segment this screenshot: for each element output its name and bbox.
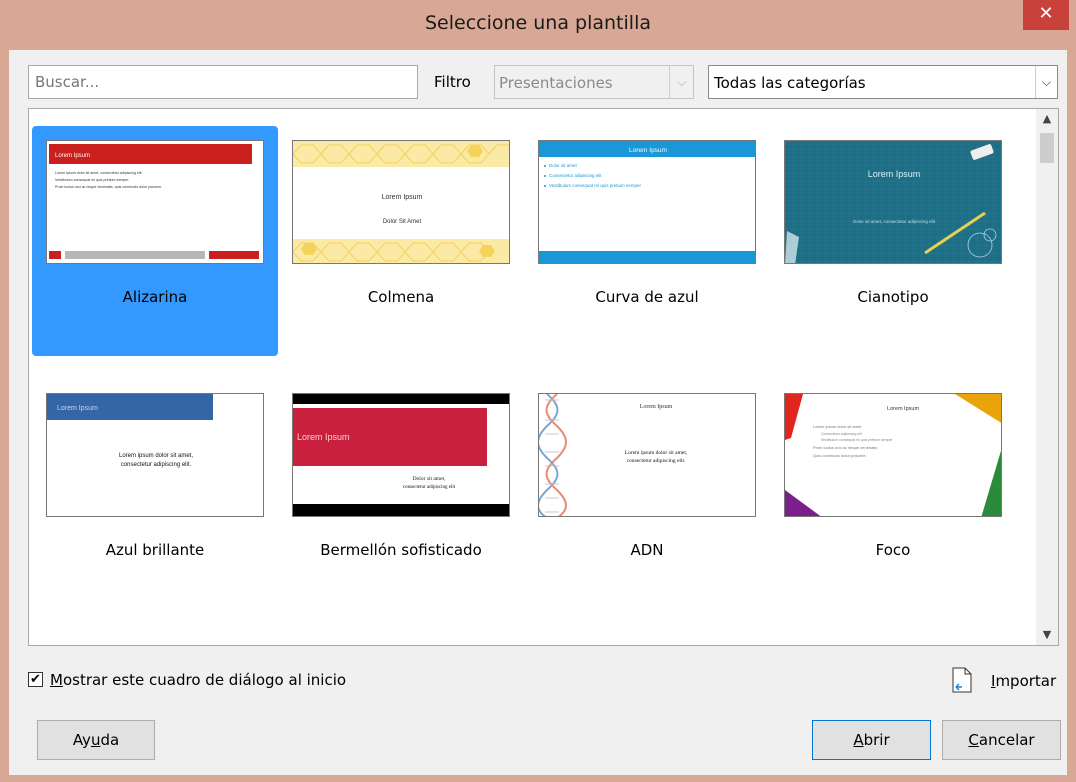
scroll-thumb[interactable] bbox=[1040, 133, 1054, 163]
template-thumbnail: Lorem Ipsum Lorem ipsum dolor sit amet, … bbox=[46, 393, 264, 517]
template-tile-bermellon-sofisticado[interactable]: Lorem Ipsum Dolor sit amet, consectetur … bbox=[278, 379, 524, 609]
thumb-title: Lorem Ipsum bbox=[297, 432, 350, 442]
template-name: Alizarina bbox=[122, 288, 188, 306]
thumb-line: Consectetur adipiscing elit bbox=[549, 173, 602, 178]
template-tile-azul-brillante[interactable]: Lorem Ipsum Lorem ipsum dolor sit amet, … bbox=[32, 379, 278, 609]
thumb-line: Dolor sit amet, bbox=[413, 476, 446, 482]
thumb-line: Consectetur adipiscing elit bbox=[821, 432, 862, 436]
thumb-line: Dolor sit amet bbox=[549, 163, 578, 168]
category-value: Todas las categorías bbox=[714, 74, 866, 92]
show-on-start-label: Mostrar este cuadro de diálogo al inicio bbox=[50, 671, 347, 689]
cancel-button[interactable]: Cancelar bbox=[942, 720, 1061, 760]
thumb-line: Vestibulum consequat mi quis pretium sem… bbox=[55, 178, 129, 182]
import-icon[interactable] bbox=[952, 667, 972, 693]
template-thumbnail: Lorem Ipsum Dolor Sit Amet bbox=[292, 140, 510, 264]
chevron-down-icon: ⌵ bbox=[1035, 66, 1057, 98]
thumb-title: Lorem Ipsum bbox=[640, 404, 673, 410]
thumb-title: Lorem Ipsum bbox=[382, 194, 423, 201]
thumb-title: Lorem Ipsum bbox=[887, 406, 920, 412]
template-thumbnail: Lorem Ipsum Dolor sit amet, consectetur … bbox=[292, 393, 510, 517]
thumb-line: Lorem ipsum dolor sit amet, consectetur … bbox=[55, 171, 143, 175]
thumb-line: Quis commodo dolor posuere. bbox=[813, 453, 867, 458]
template-tile-alizarina[interactable]: Lorem Ipsum Lorem ipsum dolor sit amet, … bbox=[32, 126, 278, 356]
template-tile-foco[interactable]: Lorem Ipsum Lorem ipsum dolor sit amet C… bbox=[770, 379, 1016, 609]
template-thumbnail: Lorem Ipsum Dolor sit amet Consectetur a… bbox=[538, 140, 756, 264]
search-input[interactable]: Buscar... bbox=[28, 65, 418, 99]
template-name: Colmena bbox=[367, 288, 435, 306]
template-name: Cianotipo bbox=[857, 288, 929, 306]
close-button[interactable]: ✕ bbox=[1023, 0, 1069, 30]
template-name: ADN bbox=[630, 541, 664, 559]
template-tile-colmena[interactable]: Lorem Ipsum Dolor Sit Amet Colmena bbox=[278, 126, 524, 356]
thumb-title: Lorem Ipsum bbox=[868, 169, 921, 179]
template-tile-adn[interactable]: Lorem Ipsum Lorem ipsum dolor sit amet, … bbox=[524, 379, 770, 609]
thumb-title: Lorem Ipsum bbox=[629, 147, 667, 154]
dialog-body: Buscar... Filtro Presentaciones ⌵ Todas … bbox=[9, 50, 1067, 775]
thumb-subtitle: Dolor sit amet, consectetur adipiscing e… bbox=[853, 219, 936, 224]
filter-type-dropdown[interactable]: Presentaciones ⌵ bbox=[494, 65, 694, 99]
filter-type-value: Presentaciones bbox=[499, 74, 613, 92]
template-name: Bermellón sofisticado bbox=[320, 541, 482, 559]
thumb-line: Lorem ipsum dolor sit amet, bbox=[625, 450, 688, 456]
scroll-down-icon[interactable]: ▼ bbox=[1036, 625, 1058, 645]
thumb-line: Proin luctus orci ac neque venenatis bbox=[813, 445, 877, 450]
thumb-line: consectetur adipiscing elit. bbox=[627, 458, 686, 464]
thumb-title: Lorem Ipsum bbox=[57, 405, 98, 412]
import-button[interactable]: Importar bbox=[991, 672, 1056, 690]
category-dropdown[interactable]: Todas las categorías ⌵ bbox=[708, 65, 1058, 99]
thumb-line: consectetur adipiscing elit bbox=[403, 485, 456, 490]
thumb-subtitle: Dolor Sit Amet bbox=[383, 219, 422, 225]
template-name: Foco bbox=[875, 541, 911, 559]
show-on-start-checkbox[interactable]: ✔ bbox=[28, 672, 43, 687]
thumb-title: Lorem Ipsum bbox=[55, 153, 90, 159]
scroll-up-icon[interactable]: ▲ bbox=[1036, 109, 1058, 129]
vertical-scrollbar[interactable]: ▲ ▼ bbox=[1036, 109, 1058, 645]
thumb-line: Lorem ipsum dolor sit amet bbox=[813, 424, 862, 429]
thumb-line: Vestibulum consequat mi quis pretium sem… bbox=[549, 183, 642, 188]
template-thumbnail: Lorem Ipsum Lorem ipsum dolor sit amet, … bbox=[538, 393, 756, 517]
title-bar: Seleccione una plantilla ✕ bbox=[0, 0, 1076, 50]
window-title: Seleccione una plantilla bbox=[424, 12, 651, 34]
template-thumbnail: Lorem Ipsum Lorem ipsum dolor sit amet, … bbox=[46, 140, 264, 264]
help-button[interactable]: Ayuda bbox=[37, 720, 155, 760]
filter-label: Filtro bbox=[434, 73, 471, 91]
thumb-line: consectetur adipiscing elit. bbox=[121, 462, 192, 468]
template-thumbnail: Lorem Ipsum Lorem ipsum dolor sit amet C… bbox=[784, 393, 1002, 517]
template-name: Azul brillante bbox=[105, 541, 205, 559]
open-button[interactable]: Abrir bbox=[812, 720, 931, 760]
template-grid: Lorem Ipsum Lorem ipsum dolor sit amet, … bbox=[28, 108, 1059, 646]
template-tile-curva-de-azul[interactable]: Lorem Ipsum Dolor sit amet Consectetur a… bbox=[524, 126, 770, 356]
thumb-line: Vestibulum consequat mi quis pretium sem… bbox=[821, 438, 893, 442]
template-tile-cianotipo[interactable]: Lorem Ipsum Dolor sit amet, consectetur … bbox=[770, 126, 1016, 356]
template-name: Curva de azul bbox=[595, 288, 699, 306]
thumb-line: Lorem ipsum dolor sit amet, bbox=[119, 453, 193, 459]
chevron-down-icon: ⌵ bbox=[669, 66, 693, 98]
template-thumbnail: Lorem Ipsum Dolor sit amet, consectetur … bbox=[784, 140, 1002, 264]
thumb-line: Proin luctus orci ac neque venenatis, qu… bbox=[55, 185, 162, 189]
